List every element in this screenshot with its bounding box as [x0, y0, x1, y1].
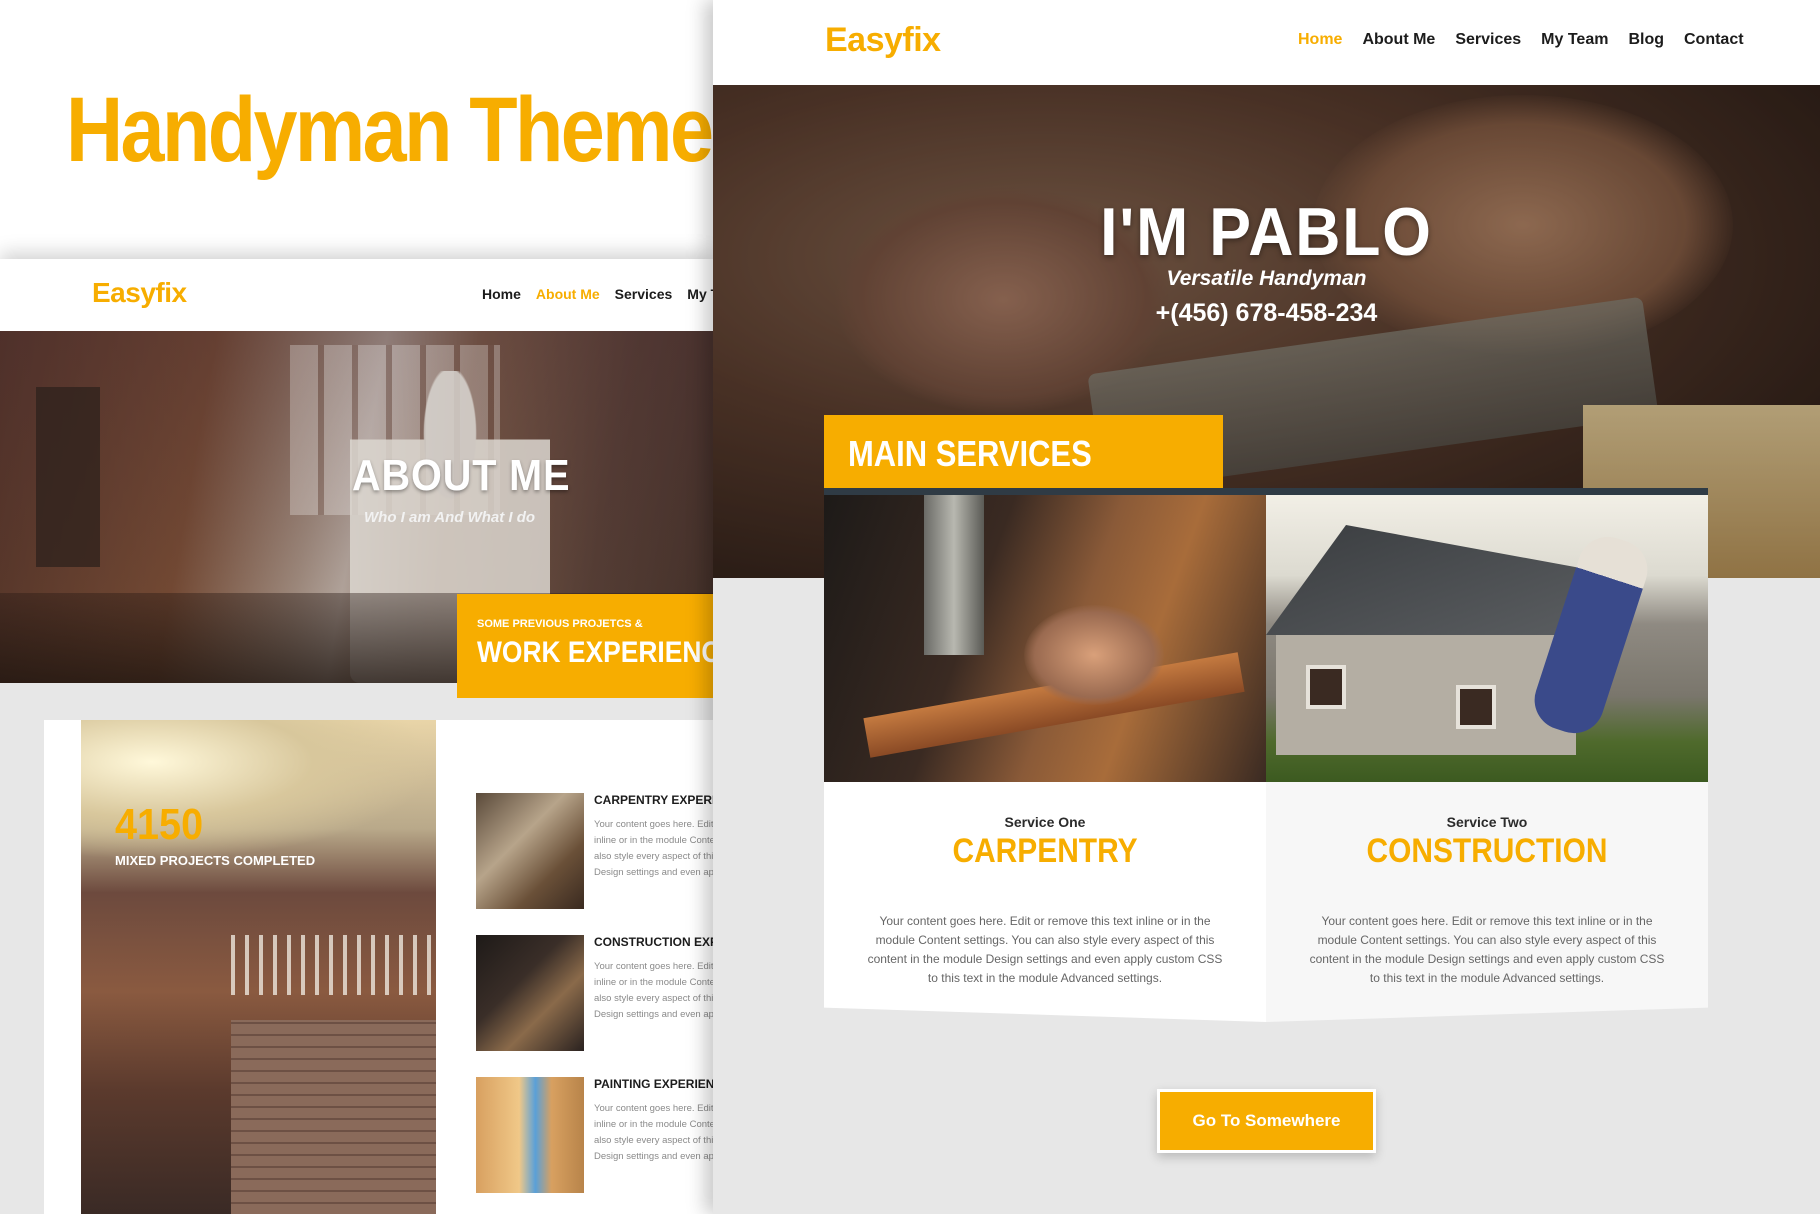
- experience-title: CARPENTRY EXPERIENCE: [594, 793, 714, 807]
- about-nav-services[interactable]: Services: [615, 286, 673, 302]
- experience-item-carpentry: CARPENTRY EXPERIENCE Your content goes h…: [476, 793, 714, 909]
- home-logo[interactable]: Easyfix: [825, 21, 941, 60]
- experience-text: Your content goes here. Edit or inline o…: [594, 961, 714, 1020]
- projects-count-label: MIXED PROJECTS COMPLETED: [115, 853, 316, 868]
- about-nav-home[interactable]: Home: [482, 286, 521, 302]
- projects-count: 4150: [115, 800, 204, 849]
- experience-item-painting: PAINTING EXPERIENCE Your content goes he…: [476, 1077, 714, 1193]
- home-header: Easyfix Home About Me Services My Team B…: [713, 0, 1820, 85]
- home-page-mockup: Easyfix Home About Me Services My Team B…: [713, 0, 1820, 1214]
- carpentry-image: [824, 495, 1266, 782]
- nav-blog[interactable]: Blog: [1628, 31, 1664, 49]
- house-roof: [1266, 525, 1586, 635]
- service-title: CONSTRUCTION: [1366, 832, 1608, 870]
- home-nav: Home About Me Services My Team Blog Cont…: [1298, 31, 1744, 49]
- service-text: Your content goes here. Edit or remove t…: [1309, 914, 1665, 985]
- nav-contact[interactable]: Contact: [1684, 31, 1744, 49]
- service-card-construction: Service Two CONSTRUCTION Your content go…: [1266, 782, 1708, 1022]
- service-card-carpentry: Service One CARPENTRY Your content goes …: [824, 782, 1266, 1022]
- building-image: [81, 720, 436, 1214]
- nav-home[interactable]: Home: [1298, 31, 1342, 49]
- experience-title: CONSTRUCTION EXPERIENCE: [594, 935, 714, 949]
- hero-role: Versatile Handyman: [1166, 267, 1367, 290]
- work-experience-box: SOME PREVIOUS PROJETCS & WORK EXPERIENCE: [457, 594, 714, 698]
- about-nav-about-me[interactable]: About Me: [536, 286, 600, 302]
- carpentry-thumb: [476, 793, 584, 909]
- nav-about-me[interactable]: About Me: [1362, 31, 1435, 49]
- about-page-mockup: Easyfix Home About Me Services My Team A…: [0, 259, 714, 1214]
- construction-thumb: [476, 935, 584, 1051]
- work-experience-kicker: SOME PREVIOUS PROJETCS &: [477, 618, 643, 630]
- brick-wall: [231, 1020, 436, 1214]
- main-services-label: MAIN SERVICES: [848, 433, 1092, 474]
- experience-title: PAINTING EXPERIENCE: [594, 1077, 714, 1091]
- house-window: [1456, 685, 1496, 729]
- service-title: CARPENTRY: [952, 832, 1138, 870]
- experience-text: Your content goes here. Edit or inline o…: [594, 1103, 714, 1162]
- about-logo[interactable]: Easyfix: [92, 277, 187, 309]
- go-to-somewhere-button[interactable]: Go To Somewhere: [1157, 1089, 1376, 1153]
- work-experience-title: WORK EXPERIENCE: [477, 636, 714, 669]
- hero-title: I'M PABLO: [1100, 194, 1433, 270]
- theme-title: Handyman Theme: [66, 79, 714, 181]
- nav-my-team[interactable]: My Team: [1541, 31, 1608, 49]
- about-hero-subtitle: Who I am And What I do: [364, 509, 536, 526]
- service-text: Your content goes here. Edit or remove t…: [867, 914, 1223, 985]
- about-nav-my-team[interactable]: My Team: [687, 286, 714, 302]
- service-kicker: Service Two: [1446, 814, 1528, 830]
- balcony-railing: [231, 935, 436, 995]
- experience-text: Your content goes here. Edit or inline o…: [594, 819, 714, 878]
- worker-hand: [1024, 605, 1164, 705]
- service-kicker: Service One: [1004, 814, 1086, 830]
- main-services-header: MAIN SERVICES: [824, 415, 1223, 488]
- services-divider-bar: [824, 488, 1708, 495]
- drill: [924, 495, 984, 655]
- painting-thumb: [476, 1077, 584, 1193]
- construction-image: [1266, 495, 1708, 782]
- about-header: Easyfix Home About Me Services My Team: [0, 259, 714, 331]
- about-nav: Home About Me Services My Team: [482, 286, 714, 302]
- about-hero-title: ABOUT ME: [352, 451, 571, 500]
- nav-services[interactable]: Services: [1455, 31, 1521, 49]
- hero-phone[interactable]: +(456) 678-458-234: [713, 299, 1820, 328]
- experience-item-construction: CONSTRUCTION EXPERIENCE Your content goe…: [476, 935, 714, 1051]
- house-window: [1306, 665, 1346, 709]
- garage-door: [36, 387, 100, 567]
